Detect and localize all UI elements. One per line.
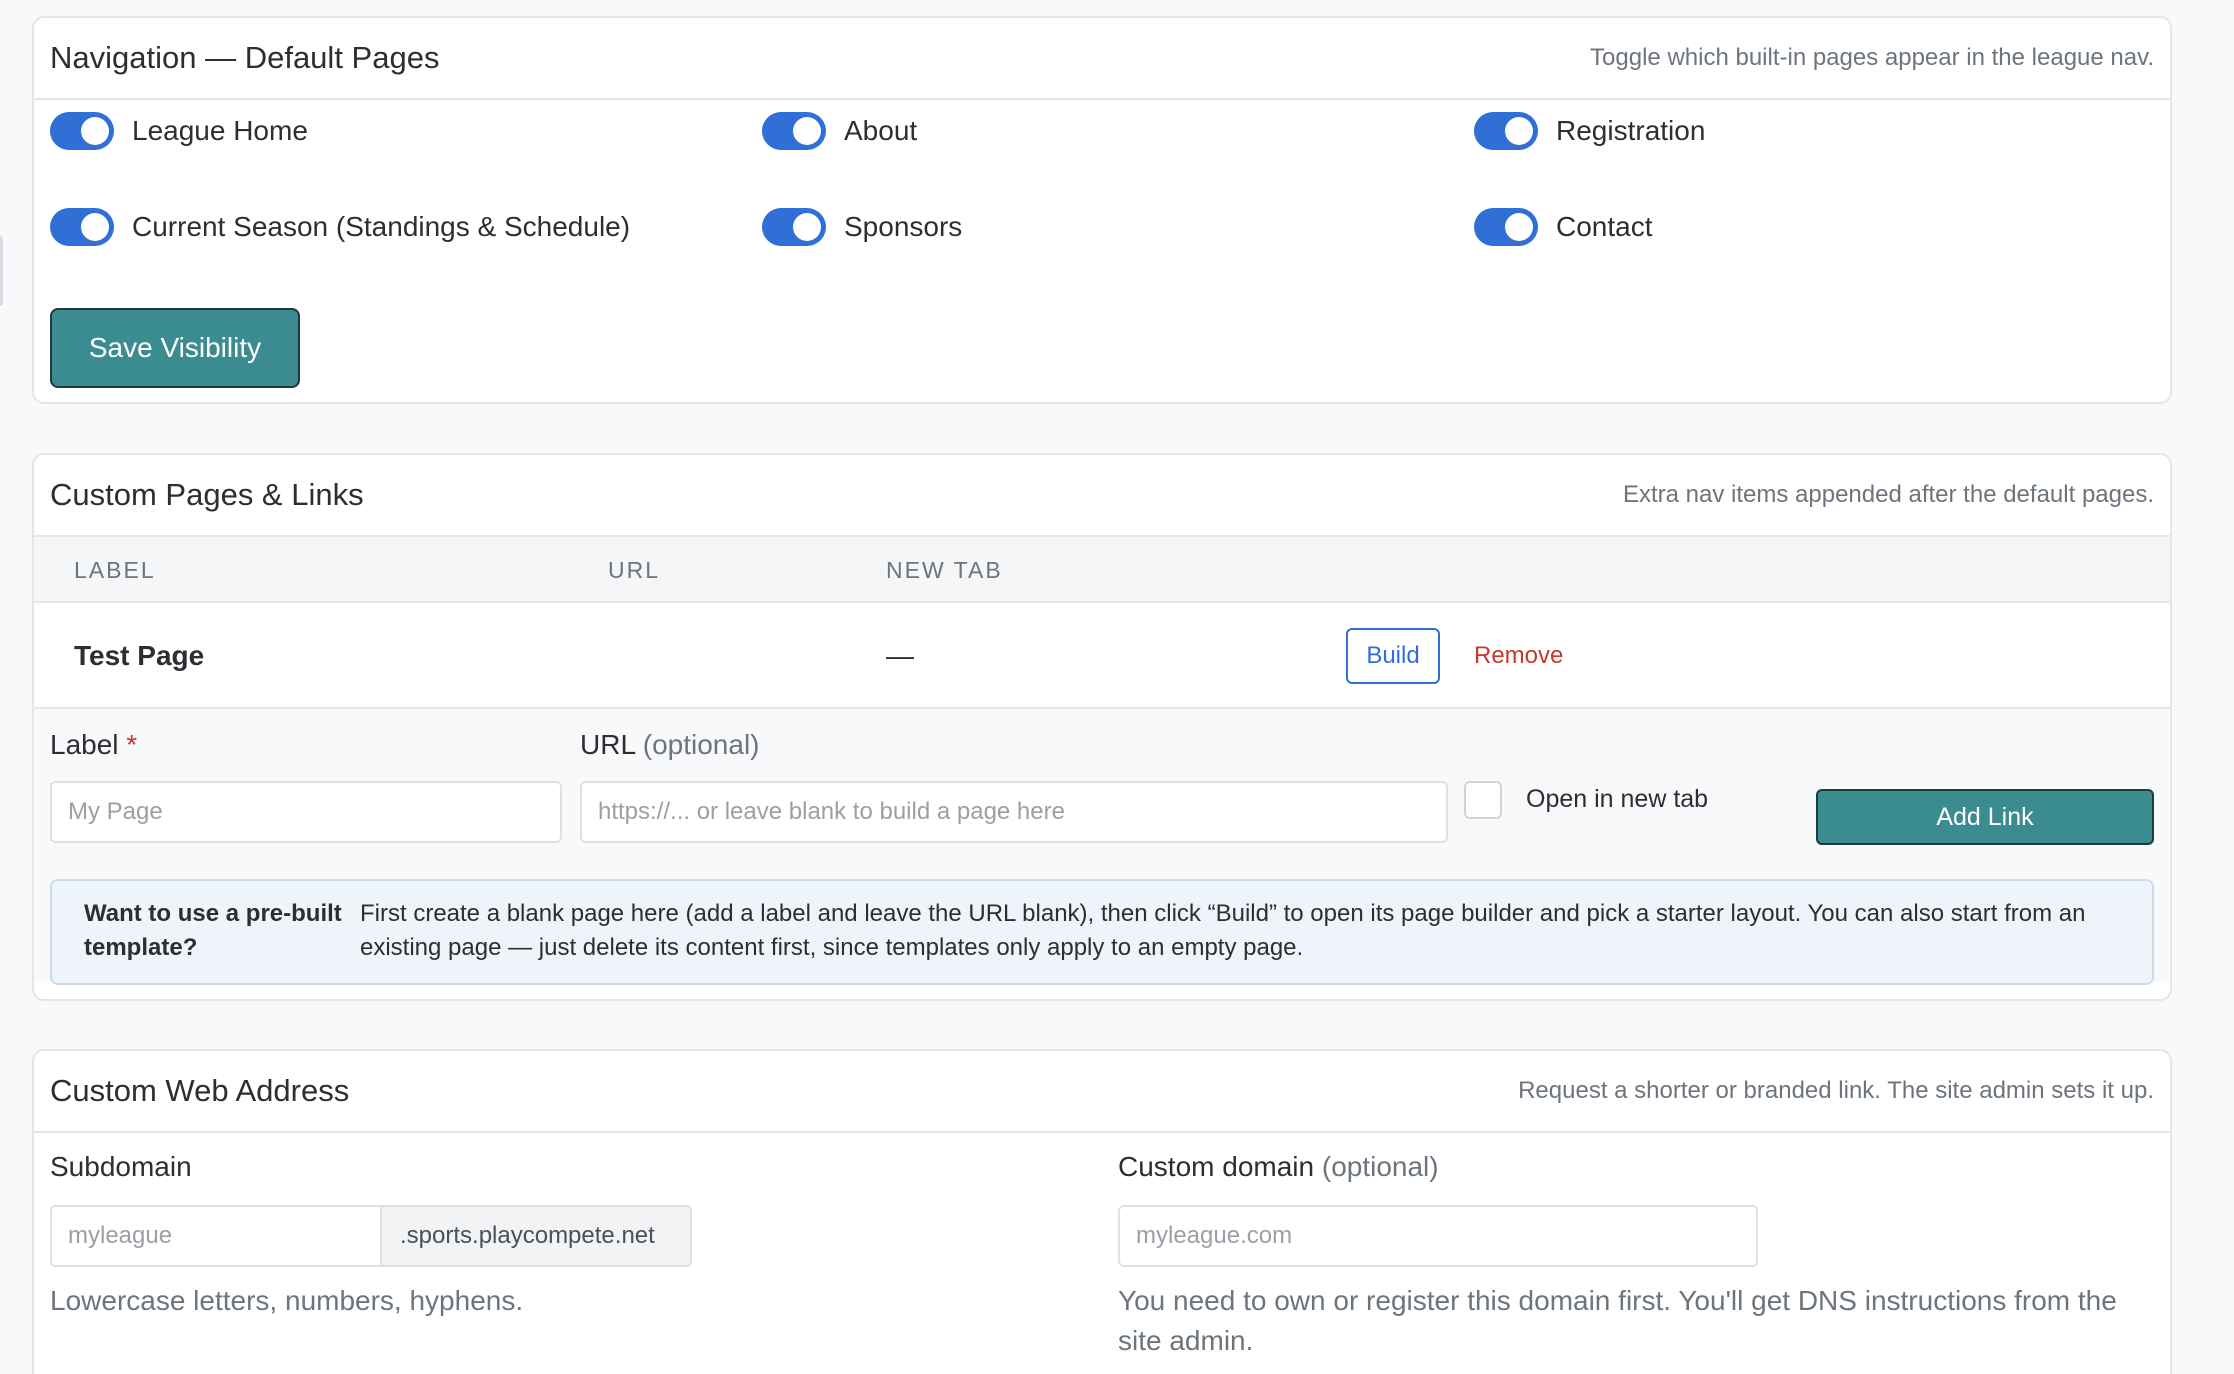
nav-card-title: Navigation — Default Pages: [50, 40, 440, 75]
toggle-switch[interactable]: [762, 208, 826, 246]
toggle-knob: [81, 213, 109, 241]
toggle-switch[interactable]: [762, 112, 826, 150]
custom-domain-input[interactable]: [1118, 1205, 1758, 1267]
toggle-label: Current Season (Standings & Schedule): [132, 211, 631, 242]
domain-label: Custom domain (optional): [1118, 1151, 1439, 1183]
save-visibility-button[interactable]: Save Visibility: [50, 308, 300, 388]
toggle-registration[interactable]: Registration: [1474, 112, 1705, 150]
url-optional-text: (optional): [642, 729, 760, 760]
toggle-switch[interactable]: [1474, 112, 1538, 150]
toggle-switch[interactable]: [50, 208, 114, 246]
toggle-league-home[interactable]: League Home: [50, 112, 308, 150]
toggle-sponsors[interactable]: Sponsors: [762, 208, 962, 246]
info-title: Want to use a pre-built template?: [84, 900, 342, 961]
required-mark: *: [126, 729, 138, 760]
subdomain-help: Lowercase letters, numbers, hyphens.: [50, 1285, 524, 1316]
toggle-knob: [793, 117, 821, 145]
links-table-header: LABEL URL NEW TAB: [34, 537, 2170, 603]
subdomain-input[interactable]: [50, 1205, 382, 1267]
toggle-label: About: [844, 115, 918, 146]
toggle-label: Sponsors: [844, 211, 963, 242]
address-card-header: Custom Web Address Request a shorter or …: [34, 1051, 2170, 1133]
new-tab-label: Open in new tab: [1526, 785, 1709, 813]
row-label: Test Page: [74, 640, 205, 671]
info-text: First create a blank page here (add a la…: [360, 900, 2086, 961]
row-new-tab: —: [886, 640, 914, 671]
col-new-tab: NEW TAB: [886, 557, 1003, 583]
custom-card-title: Custom Pages & Links: [50, 477, 364, 512]
label-field-text: Label: [50, 729, 119, 760]
add-link-form: Label * URL (optional) Open in new tab A…: [34, 709, 2170, 985]
address-form: Subdomain .sports.playcompete.net Lowerc…: [34, 1133, 2170, 1374]
toggle-label: League Home: [132, 115, 308, 146]
label-field-label: Label *: [50, 729, 137, 761]
custom-address-card: Custom Web Address Request a shorter or …: [32, 1049, 2172, 1374]
new-tab-checkbox[interactable]: [1464, 781, 1502, 819]
address-card-subtitle: Request a shorter or branded link. The s…: [1518, 1077, 2154, 1104]
toggle-label: Registration: [1556, 115, 1706, 146]
remove-link[interactable]: Remove: [1474, 603, 1563, 709]
toggle-switch[interactable]: [50, 112, 114, 150]
domain-help: You need to own or register this domain …: [1118, 1285, 2117, 1356]
side-edge-tab: [0, 236, 3, 306]
nav-card-header: Navigation — Default Pages Toggle which …: [34, 18, 2170, 100]
add-link-button[interactable]: Add Link: [1816, 789, 2154, 845]
nav-defaults-card: Navigation — Default Pages Toggle which …: [32, 16, 2172, 404]
toggle-label: Contact: [1556, 211, 1653, 242]
label-input[interactable]: [50, 781, 562, 843]
domain-optional-text: (optional): [1321, 1151, 1439, 1182]
toggle-knob: [81, 117, 109, 145]
toggle-contact[interactable]: Contact: [1474, 208, 1653, 246]
template-info-box: Want to use a pre-built template? First …: [50, 879, 2154, 985]
nav-toggle-grid: League Home About Registration Current S…: [34, 100, 2170, 400]
table-row: Test Page — Build Remove: [34, 603, 2170, 709]
toggle-about[interactable]: About: [762, 112, 917, 150]
custom-card-subtitle: Extra nav items appended after the defau…: [1622, 481, 2154, 508]
subdomain-suffix: .sports.playcompete.net: [380, 1205, 692, 1267]
build-button[interactable]: Build: [1346, 628, 1440, 684]
custom-card-header: Custom Pages & Links Extra nav items app…: [34, 455, 2170, 537]
url-field-label: URL (optional): [580, 729, 760, 761]
toggle-current-season[interactable]: Current Season (Standings & Schedule): [50, 208, 630, 246]
address-card-title: Custom Web Address: [50, 1073, 350, 1108]
nav-card-subtitle: Toggle which built-in pages appear in th…: [1590, 44, 2154, 71]
url-input[interactable]: [580, 781, 1448, 843]
toggle-switch[interactable]: [1474, 208, 1538, 246]
custom-pages-card: Custom Pages & Links Extra nav items app…: [32, 453, 2172, 1001]
domain-label-text: Custom domain: [1118, 1151, 1315, 1182]
col-label: LABEL: [74, 557, 156, 583]
toggle-knob: [1505, 213, 1533, 241]
url-field-text: URL: [580, 729, 635, 760]
col-url: URL: [608, 557, 661, 583]
toggle-knob: [793, 213, 821, 241]
subdomain-label: Subdomain: [50, 1151, 192, 1182]
toggle-knob: [1505, 117, 1533, 145]
